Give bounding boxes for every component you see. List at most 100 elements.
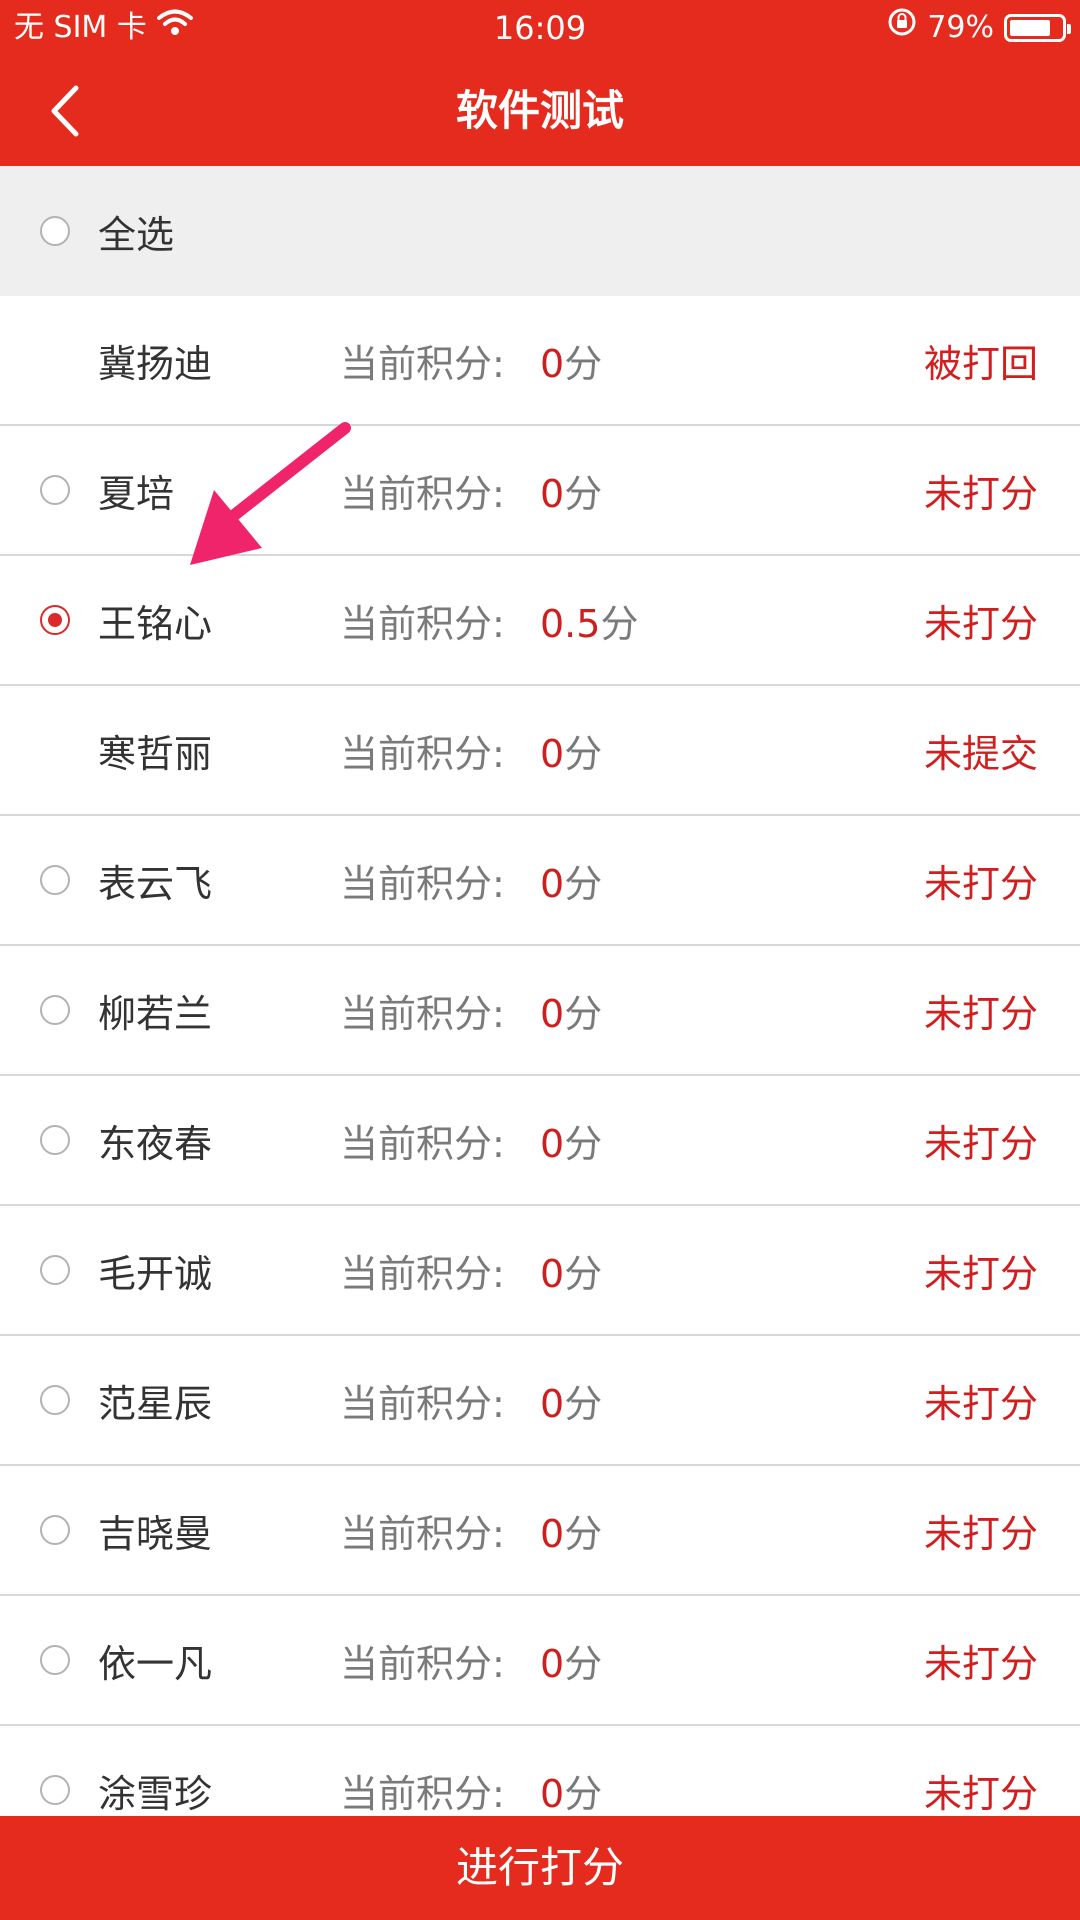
- score-unit: 分: [564, 991, 603, 1036]
- status-badge: 未打分: [923, 1511, 1038, 1556]
- score-unit: 分: [564, 1381, 603, 1426]
- status-badge: 未提交: [923, 731, 1038, 776]
- list-item[interactable]: 毛开诚 当前积分: 0分 未打分: [0, 1206, 1080, 1336]
- select-all-row[interactable]: 全选: [0, 166, 1080, 296]
- list-item[interactable]: 冀扬迪 当前积分: 0分 被打回: [0, 296, 1080, 426]
- score-label: 当前积分:: [340, 991, 505, 1036]
- student-radio[interactable]: [40, 995, 70, 1025]
- select-all-label: 全选: [98, 212, 175, 257]
- score-value: 0分: [540, 983, 602, 1038]
- score-value: 0分: [540, 463, 602, 518]
- score-number: 0: [540, 341, 565, 386]
- list-item[interactable]: 王铭心 当前积分: 0.5分 未打分: [0, 556, 1080, 686]
- score-unit: 分: [600, 601, 639, 646]
- student-name: 冀扬迪: [98, 341, 213, 386]
- student-radio[interactable]: [40, 865, 70, 895]
- status-badge: 被打回: [923, 341, 1038, 386]
- score-label: 当前积分:: [340, 1381, 505, 1426]
- student-name: 范星辰: [98, 1381, 213, 1426]
- score-number: 0: [540, 731, 565, 776]
- list-item[interactable]: 柳若兰 当前积分: 0分 未打分: [0, 946, 1080, 1076]
- status-bar: 无 SIM 卡 16:09 79%: [0, 0, 1080, 56]
- battery-icon: [1004, 14, 1071, 42]
- score-number: 0: [540, 861, 565, 906]
- score-label: 当前积分:: [340, 1511, 505, 1556]
- status-badge: 未打分: [923, 471, 1038, 516]
- student-radio[interactable]: [40, 1255, 70, 1285]
- score-label: 当前积分:: [340, 731, 505, 776]
- status-right: 79%: [887, 0, 1071, 56]
- score-number: 0: [540, 1771, 565, 1816]
- status-badge: 未打分: [923, 1251, 1038, 1296]
- score-unit: 分: [564, 861, 603, 906]
- score-label: 当前积分:: [340, 1121, 505, 1166]
- student-radio[interactable]: [40, 475, 70, 505]
- score-value: 0分: [540, 853, 602, 908]
- student-name: 柳若兰: [98, 991, 213, 1036]
- student-name: 涂雪珍: [98, 1771, 213, 1816]
- score-number: 0: [540, 1381, 565, 1426]
- score-label: 当前积分:: [340, 341, 505, 386]
- score-unit: 分: [564, 1641, 603, 1686]
- page-title: 软件测试: [455, 86, 624, 135]
- score-unit: 分: [564, 471, 603, 516]
- score-label: 当前积分:: [340, 471, 505, 516]
- nav-bar: 软件测试: [0, 56, 1080, 166]
- list-item[interactable]: 依一凡 当前积分: 0分 未打分: [0, 1596, 1080, 1726]
- list-item[interactable]: 寒哲丽 当前积分: 0分 未提交: [0, 686, 1080, 816]
- list-item[interactable]: 表云飞 当前积分: 0分 未打分: [0, 816, 1080, 946]
- student-radio[interactable]: [40, 1645, 70, 1675]
- score-label: 当前积分:: [340, 861, 505, 906]
- score-number: 0: [540, 1121, 565, 1166]
- score-value: 0分: [540, 1113, 602, 1168]
- student-name: 夏培: [98, 471, 175, 516]
- score-value: 0分: [540, 1633, 602, 1688]
- score-number: 0: [540, 471, 565, 516]
- list-item[interactable]: 夏培 当前积分: 0分 未打分: [0, 426, 1080, 556]
- score-value: 0.5分: [540, 593, 638, 648]
- student-name: 吉晓曼: [98, 1511, 213, 1556]
- student-name: 寒哲丽: [98, 731, 213, 776]
- student-radio[interactable]: [40, 605, 70, 635]
- score-value: 0分: [540, 333, 602, 388]
- status-badge: 未打分: [923, 601, 1038, 646]
- score-unit: 分: [564, 1511, 603, 1556]
- list-item[interactable]: 吉晓曼 当前积分: 0分 未打分: [0, 1466, 1080, 1596]
- student-radio[interactable]: [40, 1385, 70, 1415]
- student-name: 东夜春: [98, 1121, 213, 1166]
- select-all-radio[interactable]: [40, 216, 70, 246]
- orientation-lock-icon: [887, 0, 917, 56]
- score-label: 当前积分:: [340, 1771, 505, 1816]
- student-list: 冀扬迪 当前积分: 0分 被打回 夏培 当前积分: 0分 未打分 王铭心 当前积分: 0.5分 未打分…: [0, 296, 1080, 1856]
- score-value: 0分: [540, 1243, 602, 1298]
- student-radio[interactable]: [40, 1775, 70, 1805]
- status-badge: 未打分: [923, 1641, 1038, 1686]
- status-badge: 未打分: [923, 1771, 1038, 1816]
- score-unit: 分: [564, 1771, 603, 1816]
- battery-fill: [1010, 20, 1050, 36]
- status-badge: 未打分: [923, 861, 1038, 906]
- score-value: 0分: [540, 1373, 602, 1428]
- score-label: 当前积分:: [340, 1251, 505, 1296]
- score-value: 0分: [540, 723, 602, 778]
- score-number: 0.5: [540, 601, 601, 646]
- score-number: 0: [540, 1641, 565, 1686]
- list-item[interactable]: 东夜春 当前积分: 0分 未打分: [0, 1076, 1080, 1206]
- score-label: 当前积分:: [340, 601, 505, 646]
- score-value: 0分: [540, 1763, 602, 1818]
- student-name: 依一凡: [98, 1641, 213, 1686]
- score-value: 0分: [540, 1503, 602, 1558]
- list-item[interactable]: 范星辰 当前积分: 0分 未打分: [0, 1336, 1080, 1466]
- score-label: 当前积分:: [340, 1641, 505, 1686]
- student-name: 毛开诚: [98, 1251, 213, 1296]
- student-radio[interactable]: [40, 1125, 70, 1155]
- status-badge: 未打分: [923, 991, 1038, 1036]
- student-name: 表云飞: [98, 861, 213, 906]
- status-badge: 未打分: [923, 1121, 1038, 1166]
- score-unit: 分: [564, 341, 603, 386]
- score-number: 0: [540, 991, 565, 1036]
- student-radio[interactable]: [40, 1515, 70, 1545]
- score-unit: 分: [564, 1121, 603, 1166]
- grade-button[interactable]: 进行打分: [0, 1816, 1080, 1920]
- status-badge: 未打分: [923, 1381, 1038, 1426]
